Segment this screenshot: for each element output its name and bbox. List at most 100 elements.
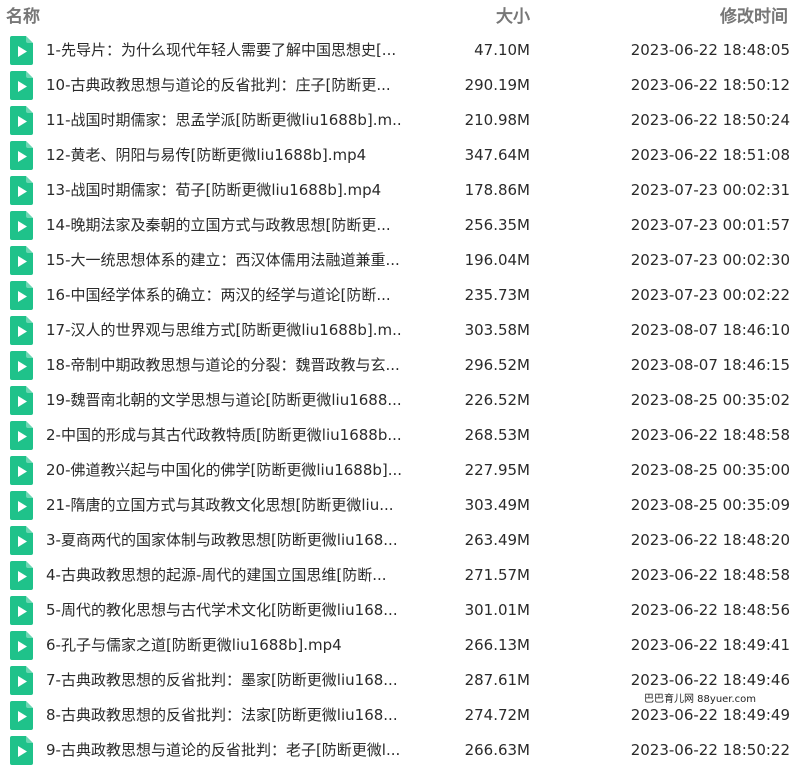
video-file-icon [10,351,33,380]
file-modified-time: 2023-06-22 18:48:58 [630,426,790,444]
file-row[interactable]: 20-佛道教兴起与中国化的佛学[防断更微liu1688b].... 227.95M… [0,453,800,488]
file-name[interactable]: 17-汉人的世界观与思维方式[防断更微liu1688b].m... [46,320,401,340]
file-name[interactable]: 10-古典政教思想与道论的反省批判：庄子[防断更... [46,75,391,95]
file-row[interactable]: 5-周代的教化思想与古代学术文化[防断更微liu168... 301.01M 202… [0,593,800,628]
video-file-icon [10,141,33,170]
file-size: 196.04M [464,251,530,269]
file-size: 226.52M [464,391,530,409]
file-modified-time: 2023-06-22 18:48:20 [630,531,790,549]
video-file-icon [10,631,33,660]
file-name[interactable]: 21-隋唐的立国方式与其政教文化思想[防断更微liu... [46,495,394,515]
file-modified-time: 2023-07-23 00:02:30 [630,251,790,269]
column-header-size[interactable]: 大小 [496,6,530,28]
video-file-icon [10,246,33,275]
file-modified-time: 2023-06-22 18:50:12 [630,76,790,94]
file-name[interactable]: 14-晚期法家及秦朝的立国方式与政教思想[防断更... [46,215,391,235]
file-size: 303.49M [464,496,530,514]
video-file-icon [10,666,33,695]
video-file-icon [10,421,33,450]
video-file-icon [10,176,33,205]
file-list-header: 名称 大小 修改时间 [0,0,800,34]
file-row[interactable]: 21-隋唐的立国方式与其政教文化思想[防断更微liu... 303.49M 2023… [0,488,800,523]
video-file-icon [10,36,33,65]
file-name[interactable]: 1-先导片：为什么现代年轻人需要了解中国思想史[... [46,40,396,60]
file-size: 256.35M [464,216,530,234]
file-row[interactable]: 6-孔子与儒家之道[防断更微liu1688b].mp4 266.13M 2023-0… [0,628,800,663]
file-modified-time: 2023-08-07 18:46:15 [630,356,790,374]
file-modified-time: 2023-06-22 18:49:49 [630,706,790,724]
file-modified-time: 2023-08-25 00:35:00 [630,461,790,479]
file-name[interactable]: 7-古典政教思想的反省批判：墨家[防断更微liu168... [46,670,398,690]
video-file-icon [10,596,33,625]
watermark: 巴巴育儿网 88yuer.com [640,692,798,708]
file-size: 227.95M [464,461,530,479]
video-file-icon [10,106,33,135]
file-modified-time: 2023-06-22 18:48:58 [630,566,790,584]
file-name[interactable]: 16-中国经学体系的确立：两汉的经学与道论[防断... [46,285,391,305]
file-name[interactable]: 11-战国时期儒家：思孟学派[防断更微liu1688b].m... [46,110,401,130]
file-size: 274.72M [464,706,530,724]
file-row[interactable]: 15-大一统思想体系的建立：西汉体儒用法融道兼重... 196.04M 2023-0… [0,243,800,278]
video-file-icon [10,281,33,310]
file-row[interactable]: 17-汉人的世界观与思维方式[防断更微liu1688b].m... 303.58M… [0,313,800,348]
file-row[interactable]: 13-战国时期儒家：荀子[防断更微liu1688b].mp4 178.86M 202… [0,173,800,208]
file-name[interactable]: 19-魏晋南北朝的文学思想与道论[防断更微liu1688... [46,390,401,410]
file-name[interactable]: 4-古典政教思想的起源-周代的建国立国思维[防断... [46,565,387,585]
file-row[interactable]: 3-夏商两代的国家体制与政教思想[防断更微liu168... 263.49M 202… [0,523,800,558]
file-row[interactable]: 2-中国的形成与其古代政教特质[防断更微liu1688b... 268.53M 20… [0,418,800,453]
file-size: 301.01M [464,601,530,619]
column-header-modified-time[interactable]: 修改时间 [720,6,788,28]
file-modified-time: 2023-06-22 18:48:05 [630,41,790,59]
file-name[interactable]: 9-古典政教思想与道论的反省批判：老子[防断更微l... [46,740,400,760]
video-file-icon [10,526,33,555]
file-row[interactable]: 18-帝制中期政教思想与道论的分裂：魏晋政教与玄... 296.52M 2023-0… [0,348,800,383]
video-file-icon [10,316,33,345]
file-row[interactable]: 10-古典政教思想与道论的反省批判：庄子[防断更... 290.19M 2023-0… [0,68,800,103]
file-size: 210.98M [464,111,530,129]
file-size: 347.64M [464,146,530,164]
video-file-icon [10,491,33,520]
column-header-name[interactable]: 名称 [6,6,40,28]
file-name[interactable]: 12-黄老、阴阳与易传[防断更微liu1688b].mp4 [46,145,366,165]
video-file-icon [10,736,33,765]
file-name[interactable]: 13-战国时期儒家：荀子[防断更微liu1688b].mp4 [46,180,381,200]
file-row[interactable]: 19-魏晋南北朝的文学思想与道论[防断更微liu1688... 226.52M 20… [0,383,800,418]
file-size: 266.13M [464,636,530,654]
file-modified-time: 2023-06-22 18:49:41 [630,636,790,654]
file-size: 266.63M [464,741,530,759]
file-row[interactable]: 11-战国时期儒家：思孟学派[防断更微liu1688b].m... 210.98M… [0,103,800,138]
file-modified-time: 2023-07-23 00:02:22 [630,286,790,304]
video-file-icon [10,701,33,730]
file-row[interactable]: 16-中国经学体系的确立：两汉的经学与道论[防断... 235.73M 2023-0… [0,278,800,313]
video-file-icon [10,211,33,240]
file-modified-time: 2023-06-22 18:51:08 [630,146,790,164]
file-modified-time: 2023-06-22 18:50:24 [630,111,790,129]
file-row[interactable]: 4-古典政教思想的起源-周代的建国立国思维[防断... 271.57M 2023-0… [0,558,800,593]
file-modified-time: 2023-07-23 00:02:31 [630,181,790,199]
file-row[interactable]: 14-晚期法家及秦朝的立国方式与政教思想[防断更... 256.35M 2023-0… [0,208,800,243]
file-modified-time: 2023-08-07 18:46:10 [630,321,790,339]
file-row[interactable]: 1-先导片：为什么现代年轻人需要了解中国思想史[... 47.10M 2023-06… [0,33,800,68]
file-modified-time: 2023-06-22 18:49:46 [630,671,790,689]
file-name[interactable]: 18-帝制中期政教思想与道论的分裂：魏晋政教与玄... [46,355,400,375]
file-size: 290.19M [464,76,530,94]
file-name[interactable]: 15-大一统思想体系的建立：西汉体儒用法融道兼重... [46,250,400,270]
file-name[interactable]: 8-古典政教思想的反省批判：法家[防断更微liu168... [46,705,398,725]
file-size: 47.10M [474,41,530,59]
file-size: 235.73M [464,286,530,304]
file-name[interactable]: 2-中国的形成与其古代政教特质[防断更微liu1688b... [46,425,401,445]
file-list: 1-先导片：为什么现代年轻人需要了解中国思想史[... 47.10M 2023-06… [0,33,800,768]
file-modified-time: 2023-08-25 00:35:09 [630,496,790,514]
video-file-icon [10,561,33,590]
file-row[interactable]: 12-黄老、阴阳与易传[防断更微liu1688b].mp4 347.64M 2023… [0,138,800,173]
file-row[interactable]: 9-古典政教思想与道论的反省批判：老子[防断更微l... 266.63M 2023-… [0,733,800,768]
file-size: 287.61M [464,671,530,689]
file-name[interactable]: 20-佛道教兴起与中国化的佛学[防断更微liu1688b].... [46,460,401,480]
file-size: 268.53M [464,426,530,444]
file-name[interactable]: 3-夏商两代的国家体制与政教思想[防断更微liu168... [46,530,398,550]
file-name[interactable]: 6-孔子与儒家之道[防断更微liu1688b].mp4 [46,635,342,655]
file-size: 178.86M [464,181,530,199]
file-modified-time: 2023-07-23 00:01:57 [630,216,790,234]
file-name[interactable]: 5-周代的教化思想与古代学术文化[防断更微liu168... [46,600,398,620]
file-size: 296.52M [464,356,530,374]
